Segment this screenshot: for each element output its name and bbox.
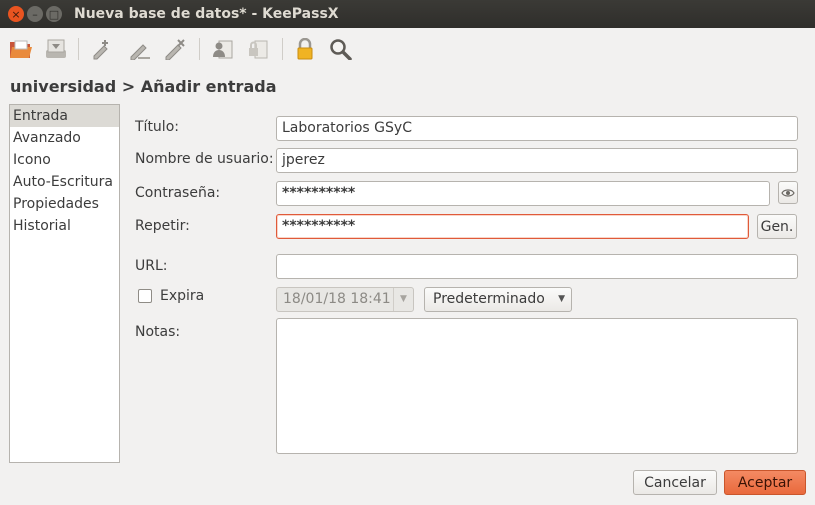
password-input[interactable]: **********: [276, 181, 770, 206]
title-input[interactable]: Laboratorios GSyC: [276, 116, 798, 141]
repeat-password-input[interactable]: **********: [276, 214, 749, 239]
sidebar-item-avanzado[interactable]: Avanzado: [10, 127, 119, 149]
sidebar-item-propiedades[interactable]: Propiedades: [10, 193, 119, 215]
username-label: Nombre de usuario:: [135, 151, 274, 167]
sidebar-item-historial[interactable]: Historial: [10, 215, 119, 237]
sidebar-item-auto-escritura[interactable]: Auto-Escritura: [10, 171, 119, 193]
notes-label: Notas:: [135, 324, 181, 340]
password-label: Contraseña:: [135, 185, 221, 201]
toolbar-separator: [78, 38, 79, 60]
generate-password-button[interactable]: Gen.: [757, 214, 797, 239]
open-database-icon[interactable]: [8, 36, 34, 62]
minimize-window-button[interactable]: –: [27, 6, 43, 22]
toolbar: [0, 28, 815, 68]
toolbar-separator: [199, 38, 200, 60]
copy-password-icon[interactable]: [245, 36, 271, 62]
copy-username-icon[interactable]: [210, 36, 236, 62]
expiry-preset-dropdown[interactable]: Predeterminado ▼: [424, 287, 572, 312]
username-input[interactable]: jperez: [276, 148, 798, 173]
toolbar-separator: [282, 38, 283, 60]
accept-button[interactable]: Aceptar: [724, 470, 806, 495]
expiry-date-input[interactable]: 18/01/18 18:41 ▼: [276, 287, 414, 312]
title-label: Título:: [135, 119, 179, 135]
delete-entry-icon[interactable]: [162, 36, 188, 62]
window-title: Nueva base de datos* - KeePassX: [74, 6, 339, 22]
maximize-window-button[interactable]: □: [46, 6, 62, 22]
cancel-button-label: Cancelar: [644, 474, 706, 491]
eye-icon: [781, 188, 795, 197]
expiry-preset-value: Predeterminado: [433, 291, 545, 307]
cancel-button[interactable]: Cancelar: [633, 470, 717, 495]
notes-textarea[interactable]: [276, 318, 798, 454]
window-titlebar: × – □ Nueva base de datos* - KeePassX: [0, 0, 815, 28]
toggle-password-visibility-button[interactable]: [778, 181, 798, 204]
expires-label: Expira: [160, 288, 205, 304]
lock-database-icon[interactable]: [292, 36, 318, 62]
edit-entry-icon[interactable]: [127, 36, 153, 62]
url-label: URL:: [135, 258, 168, 274]
add-entry-icon[interactable]: [89, 36, 115, 62]
accept-button-label: Aceptar: [737, 474, 793, 491]
entry-sections-list: Entrada Avanzado Icono Auto-Escritura Pr…: [9, 104, 120, 463]
expiry-date-value: 18/01/18 18:41: [283, 291, 391, 307]
breadcrumb: universidad > Añadir entrada: [10, 77, 277, 96]
save-database-icon[interactable]: [43, 36, 69, 62]
chevron-down-icon: ▼: [558, 294, 565, 304]
url-input[interactable]: [276, 254, 798, 279]
sidebar-item-entrada[interactable]: Entrada: [10, 105, 119, 127]
chevron-down-icon: ▼: [393, 288, 413, 311]
repeat-label: Repetir:: [135, 218, 190, 234]
search-icon[interactable]: [328, 36, 354, 62]
close-window-button[interactable]: ×: [8, 6, 24, 22]
expires-checkbox[interactable]: [138, 289, 152, 303]
sidebar-item-icono[interactable]: Icono: [10, 149, 119, 171]
